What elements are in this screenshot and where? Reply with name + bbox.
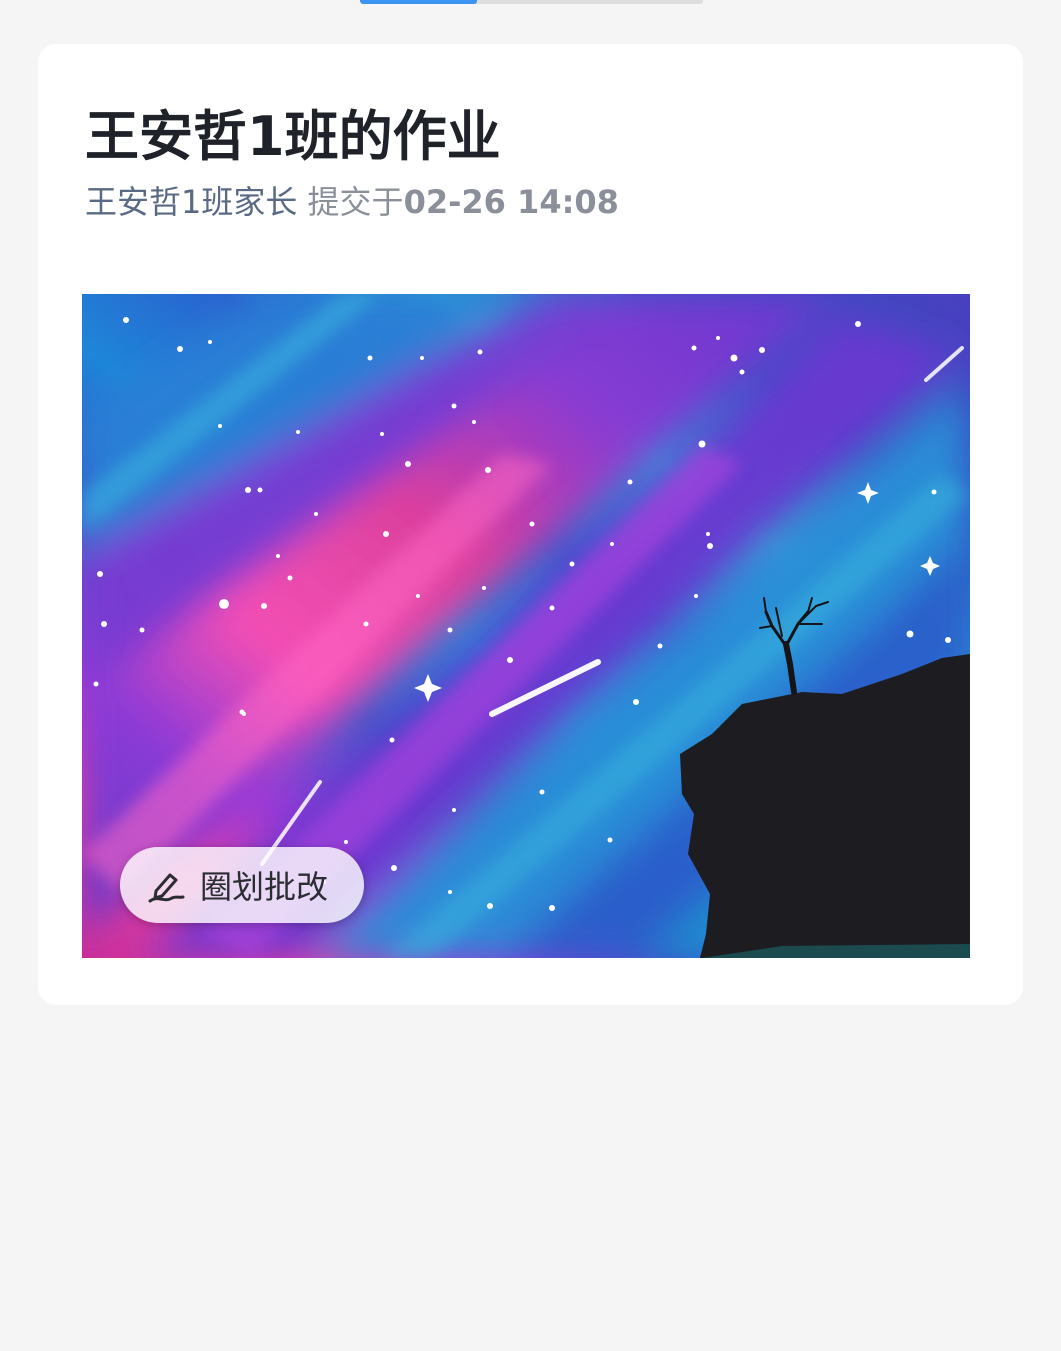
- submitter-name[interactable]: 王安哲1班家长: [85, 183, 297, 221]
- submission-meta: 王安哲1班家长 提交于02-26 14:08: [85, 180, 619, 224]
- homework-title: 王安哲1班的作业: [85, 105, 501, 168]
- homework-card: 王安哲1班的作业 王安哲1班家长 提交于02-26 14:08 圈划批改: [38, 44, 1023, 1005]
- pen-icon: [146, 865, 186, 905]
- image-pager-progress-fill: [360, 0, 477, 4]
- annotate-button[interactable]: 圈划批改: [120, 847, 364, 923]
- annotate-button-label: 圈划批改: [200, 868, 329, 906]
- homework-image[interactable]: 圈划批改: [82, 294, 970, 958]
- image-pager-progress: [360, 0, 703, 4]
- submit-prefix: 提交于: [297, 183, 404, 221]
- submit-time: 02-26 14:08: [403, 183, 619, 221]
